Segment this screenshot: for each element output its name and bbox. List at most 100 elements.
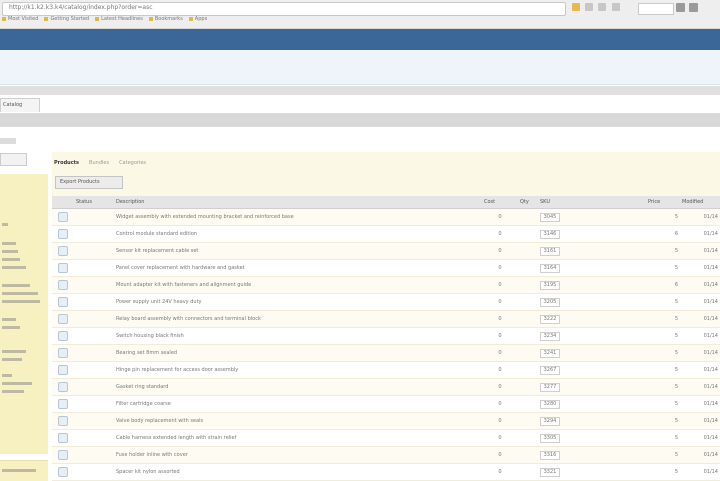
- column-header[interactable]: Modified: [680, 196, 720, 209]
- table-row[interactable]: Sensor kit replacement cable set 0 3161 5 01…: [52, 242, 720, 260]
- browser-search-input[interactable]: [638, 3, 674, 15]
- table-row[interactable]: Valve body replacement with seals 0 3294 5 0…: [52, 412, 720, 430]
- sku-value[interactable]: 3280: [540, 399, 560, 409]
- sidebar-footer-link[interactable]: [2, 469, 36, 472]
- sku-value[interactable]: 3164: [540, 263, 560, 273]
- sidebar-item[interactable]: [2, 318, 16, 321]
- description-cell[interactable]: Sensor kit replacement cable set: [114, 242, 482, 260]
- sku-value[interactable]: 3146: [540, 229, 560, 239]
- sku-value[interactable]: 3234: [540, 331, 560, 341]
- sku-value[interactable]: 3205: [540, 297, 560, 307]
- description-cell[interactable]: Switch housing black finish: [114, 327, 482, 345]
- sidebar-item[interactable]: [2, 266, 26, 269]
- sidebar-button[interactable]: [0, 153, 27, 166]
- sidebar-item[interactable]: [2, 250, 18, 253]
- bookmark-star-icon[interactable]: [572, 3, 580, 11]
- sidebar-item[interactable]: [2, 382, 32, 385]
- downloads-icon[interactable]: [676, 3, 685, 12]
- sku-value[interactable]: 3316: [540, 450, 560, 460]
- sku-value[interactable]: 3277: [540, 382, 560, 392]
- description-cell[interactable]: Fuse holder inline with cover: [114, 446, 482, 464]
- sidebar-item[interactable]: [2, 326, 20, 329]
- table-row[interactable]: Fuse holder inline with cover 0 3316 5 01/14: [52, 446, 720, 464]
- edit-icon[interactable]: [58, 246, 68, 256]
- reload-icon[interactable]: [585, 3, 594, 11]
- sidebar-item[interactable]: [2, 374, 12, 377]
- tab-catalog[interactable]: Catalog: [0, 98, 40, 112]
- column-header[interactable]: [52, 196, 74, 209]
- column-header[interactable]: Cost: [482, 196, 518, 209]
- edit-icon[interactable]: [58, 433, 68, 443]
- edit-icon[interactable]: [58, 416, 68, 426]
- sku-value[interactable]: 3222: [540, 314, 560, 324]
- description-cell[interactable]: Hinge pin replacement for access door as…: [114, 361, 482, 379]
- table-row[interactable]: Power supply unit 24V heavy duty 0 3205 5 01…: [52, 293, 720, 311]
- stop-icon[interactable]: [598, 3, 607, 11]
- edit-icon[interactable]: [58, 365, 68, 375]
- bookmark-item[interactable]: Bookmarks: [149, 16, 183, 22]
- sidebar-item[interactable]: [2, 358, 22, 361]
- table-row[interactable]: Bearing set 8mm sealed 0 3241 5 01/14: [52, 344, 720, 362]
- table-row[interactable]: Filter cartridge coarse 0 3280 5 01/14: [52, 395, 720, 413]
- column-header[interactable]: SKU: [538, 196, 572, 209]
- description-cell[interactable]: Gasket ring standard: [114, 378, 482, 396]
- sku-value[interactable]: 3321: [540, 467, 560, 477]
- edit-icon[interactable]: [58, 314, 68, 324]
- home-icon[interactable]: [611, 3, 620, 11]
- column-header[interactable]: Description: [114, 196, 482, 209]
- sku-value[interactable]: 3161: [540, 246, 560, 256]
- edit-icon[interactable]: [58, 297, 68, 307]
- description-cell[interactable]: Cable harness extended length with strai…: [114, 429, 482, 447]
- address-bar[interactable]: http://k1.k2.k3.k4/catalog/index.php?ord…: [2, 2, 566, 16]
- description-cell[interactable]: Power supply unit 24V heavy duty: [114, 293, 482, 311]
- sku-value[interactable]: 3045: [540, 212, 560, 222]
- description-cell[interactable]: Bearing set 8mm sealed: [114, 344, 482, 362]
- sidebar-item[interactable]: [2, 242, 16, 245]
- sidebar-item[interactable]: [2, 284, 30, 287]
- menu-icon[interactable]: [689, 3, 699, 12]
- subtab[interactable]: Bundles: [89, 160, 109, 166]
- edit-icon[interactable]: [58, 348, 68, 358]
- table-row[interactable]: Cable harness extended length with strai…: [52, 429, 720, 447]
- edit-icon[interactable]: [58, 331, 68, 341]
- edit-icon[interactable]: [58, 399, 68, 409]
- column-header[interactable]: Qty: [518, 196, 538, 209]
- export-button[interactable]: Export Products: [55, 176, 123, 189]
- table-row[interactable]: Panel cover replacement with hardware an…: [52, 259, 720, 277]
- edit-icon[interactable]: [58, 229, 68, 239]
- description-cell[interactable]: Mount adapter kit with fasteners and ali…: [114, 276, 482, 294]
- bookmark-item[interactable]: Latest Headlines: [95, 16, 143, 22]
- edit-icon[interactable]: [58, 212, 68, 222]
- sidebar-item[interactable]: [2, 350, 26, 353]
- description-cell[interactable]: Widget assembly with extended mounting b…: [114, 208, 482, 226]
- sidebar-item[interactable]: [2, 292, 38, 295]
- column-header[interactable]: Price: [646, 196, 680, 209]
- sku-value[interactable]: 3241: [540, 348, 560, 358]
- bookmark-item[interactable]: Most Visited: [2, 16, 38, 22]
- table-row[interactable]: Spacer kit nylon assorted 0 3321 5 01/14: [52, 463, 720, 481]
- description-cell[interactable]: Relay board assembly with connectors and…: [114, 310, 482, 328]
- sku-value[interactable]: 3305: [540, 433, 560, 443]
- description-cell[interactable]: Control module standard edition: [114, 225, 482, 243]
- bookmark-item[interactable]: Apps: [189, 16, 207, 22]
- description-cell[interactable]: Valve body replacement with seals: [114, 412, 482, 430]
- table-row[interactable]: Gasket ring standard 0 3277 5 01/14: [52, 378, 720, 396]
- sidebar-item[interactable]: [2, 300, 40, 303]
- table-row[interactable]: Relay board assembly with connectors and…: [52, 310, 720, 328]
- table-row[interactable]: Mount adapter kit with fasteners and ali…: [52, 276, 720, 294]
- table-row[interactable]: Hinge pin replacement for access door as…: [52, 361, 720, 379]
- subtab[interactable]: Categories: [119, 160, 146, 166]
- column-header[interactable]: [572, 196, 646, 209]
- edit-icon[interactable]: [58, 382, 68, 392]
- description-cell[interactable]: Panel cover replacement with hardware an…: [114, 259, 482, 277]
- sku-value[interactable]: 3195: [540, 280, 560, 290]
- subtab[interactable]: Products: [54, 160, 79, 166]
- table-row[interactable]: Switch housing black finish 0 3234 5 01/14: [52, 327, 720, 345]
- edit-icon[interactable]: [58, 450, 68, 460]
- table-row[interactable]: Widget assembly with extended mounting b…: [52, 208, 720, 226]
- edit-icon[interactable]: [58, 280, 68, 290]
- edit-icon[interactable]: [58, 467, 68, 477]
- sidebar-item[interactable]: [2, 390, 24, 393]
- table-row[interactable]: Control module standard edition 0 3146 6 01/…: [52, 225, 720, 243]
- edit-icon[interactable]: [58, 263, 68, 273]
